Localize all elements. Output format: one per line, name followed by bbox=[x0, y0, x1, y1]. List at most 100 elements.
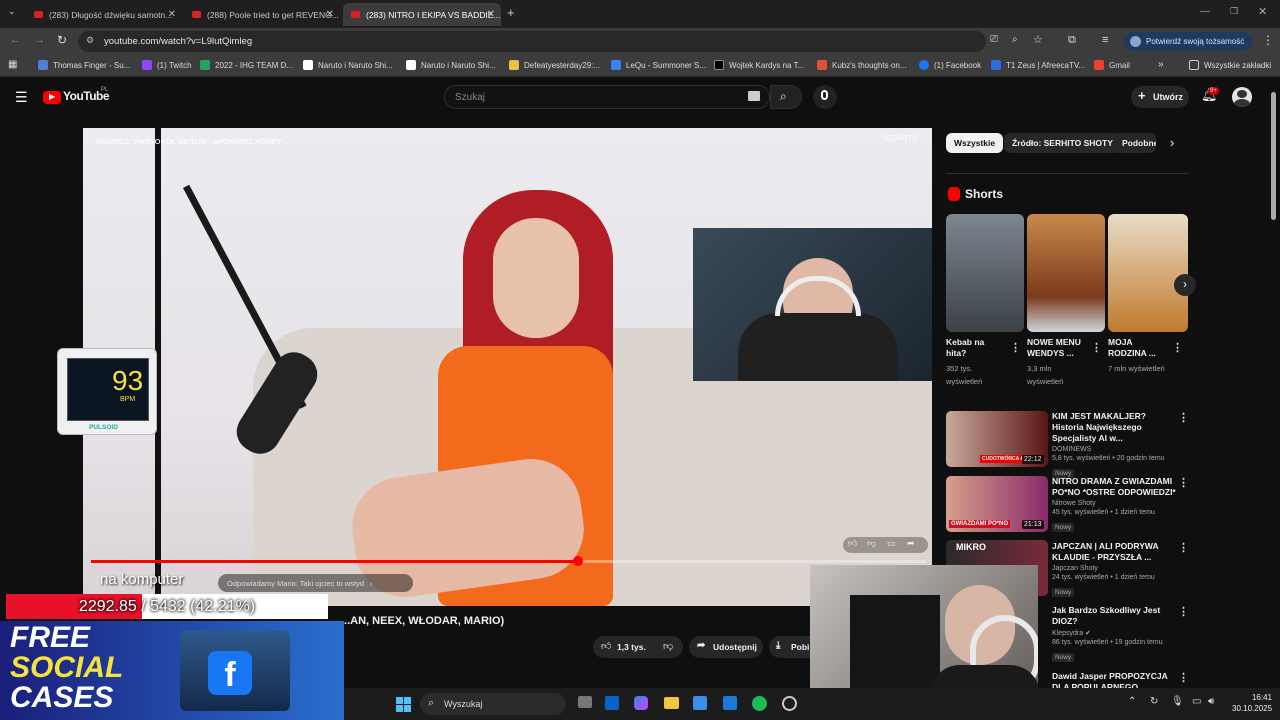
bookmark-item[interactable]: 2022 - IHG TEAM D... bbox=[200, 60, 293, 70]
bookmark-item[interactable]: (1) Facebook bbox=[919, 60, 981, 70]
new-tab-icon[interactable]: + bbox=[507, 5, 515, 20]
chip-similar[interactable]: Podobne bbox=[1114, 133, 1156, 153]
app-icon[interactable] bbox=[723, 696, 737, 710]
share-button[interactable]: ➦ Udostępnij bbox=[689, 636, 763, 658]
all-bookmarks-folder[interactable]: Wszystkie zakładki bbox=[1189, 60, 1271, 70]
more-options-icon[interactable]: ⋮ bbox=[1091, 341, 1102, 354]
bookmark-item[interactable]: Wojtek Kardys na T... bbox=[714, 60, 804, 70]
close-tab-icon[interactable]: ✕ bbox=[168, 9, 176, 20]
short-item[interactable]: Kebab na hita? 352 tys. wyświetleń bbox=[946, 337, 1006, 388]
display-icon[interactable]: ▭ bbox=[1192, 696, 1201, 707]
browser-tab[interactable]: (283) Długość dźwięku samotn... ✕ bbox=[26, 3, 182, 26]
bookmark-item[interactable]: Thomas Finger - Su... bbox=[38, 60, 130, 70]
outlook-icon[interactable] bbox=[605, 696, 619, 710]
back-icon[interactable]: ← bbox=[10, 34, 21, 46]
media-icon[interactable]: ≡ bbox=[1102, 34, 1108, 46]
comment-icon[interactable]: ▭ bbox=[887, 538, 896, 549]
minimize-icon[interactable]: — bbox=[1200, 6, 1210, 17]
chip-all[interactable]: Wszystkie bbox=[946, 133, 1004, 153]
browser-tab[interactable]: (288) Poole tried to get REVENG... ✕ bbox=[184, 3, 340, 26]
like-icon[interactable]: 👍︎ bbox=[848, 538, 857, 549]
short-thumbnail[interactable] bbox=[1027, 214, 1105, 332]
hamburger-menu-icon[interactable]: ☰ bbox=[15, 89, 28, 106]
bookmark-item[interactable]: T1 Zeus | AfreecaTV... bbox=[991, 60, 1085, 70]
dislike-icon[interactable]: 👎︎ bbox=[663, 640, 673, 652]
bookmark-item[interactable]: (1) Twitch bbox=[142, 60, 192, 70]
bookmark-star-icon[interactable]: ☆ bbox=[1033, 33, 1043, 46]
tray-chevron-icon[interactable]: ⌃ bbox=[1128, 696, 1136, 707]
short-item[interactable]: NOWE MENU WENDYS ... 3,3 mln wyświetleń bbox=[1027, 337, 1089, 388]
video-player[interactable]: BADDIEZ: PROTOKÓŁ BERLIN - SPOWIEDŹ HONE… bbox=[83, 128, 932, 606]
chips-next-icon[interactable]: › bbox=[1170, 135, 1174, 150]
apps-grid-icon[interactable]: ▦ bbox=[8, 59, 17, 70]
volume-icon[interactable]: 🔊︎ bbox=[1208, 696, 1214, 707]
bookmark-item[interactable]: Naruto i Naruto Shi... bbox=[406, 60, 496, 70]
more-options-icon[interactable]: ⋮ bbox=[1178, 605, 1189, 618]
site-info-icon[interactable]: ⚙ bbox=[86, 35, 94, 46]
bookmark-item[interactable]: LeQu - Summoner S... bbox=[611, 60, 706, 70]
close-tab-icon[interactable]: ✕ bbox=[487, 9, 495, 20]
chrome-icon[interactable] bbox=[782, 696, 797, 711]
share-icon[interactable]: ➦ bbox=[907, 538, 915, 549]
menu-kebab-icon[interactable]: ⋮ bbox=[1262, 33, 1274, 47]
shorts-next-button[interactable]: › bbox=[1174, 274, 1196, 296]
like-icon[interactable]: 👍︎ bbox=[601, 640, 611, 652]
like-count[interactable]: 1,3 tys. bbox=[617, 642, 646, 652]
browser-tab-active[interactable]: (283) NITRO I EKIPA VS BADDIE... ✕ bbox=[343, 3, 501, 26]
windows-start-icon[interactable] bbox=[396, 697, 411, 712]
more-options-icon[interactable]: ⋮ bbox=[1178, 476, 1189, 489]
recommended-item[interactable]: KIM JEST MAKALJER? Historia Największego… bbox=[1052, 411, 1176, 480]
recommended-item[interactable]: Dawid Jasper PROPOZYCJA DLA POPULARNEGO.… bbox=[1052, 671, 1176, 688]
spotify-icon[interactable] bbox=[752, 696, 767, 711]
chapter-button[interactable]: Odpowiadamy Mario: Taki ojciec to wstyd … bbox=[218, 574, 413, 592]
tab-search-icon[interactable]: ⌄ bbox=[8, 6, 16, 17]
bookmark-item[interactable]: Kubz's thoughts on... bbox=[817, 60, 906, 70]
search-button[interactable]: ⌕ bbox=[770, 85, 802, 109]
extensions-icon[interactable]: ⧉ bbox=[1068, 34, 1076, 47]
more-options-icon[interactable]: ⋮ bbox=[1178, 411, 1189, 424]
window-close-icon[interactable]: ✕ bbox=[1258, 5, 1267, 18]
recommended-item[interactable]: NITRO DRAMA Z GWIAZDAMI PO*NO *OSTRE ODP… bbox=[1052, 476, 1176, 534]
more-options-icon[interactable]: ⋮ bbox=[1178, 541, 1189, 554]
forward-icon[interactable]: → bbox=[34, 34, 45, 46]
file-explorer-icon[interactable] bbox=[664, 697, 679, 709]
video-thumbnail[interactable]: GWIAZDAMI PO*NO 21:13 bbox=[946, 476, 1048, 532]
sync-icon[interactable]: ↻ bbox=[1150, 696, 1158, 707]
reload-icon[interactable]: ↻ bbox=[57, 33, 67, 47]
zoom-icon[interactable]: ⌕ bbox=[1012, 34, 1018, 45]
recommended-item[interactable]: JAPCZAN | ALI PODRYWA KLAUDIE - PRZYSZŁA… bbox=[1052, 541, 1176, 599]
reaction-buttons[interactable]: 👍︎ 👎︎ ▭ ➦ bbox=[843, 537, 928, 553]
download-button[interactable]: ⤓ Pobi bbox=[769, 636, 810, 658]
mic-tray-icon[interactable]: 🎙︎ bbox=[1171, 696, 1184, 707]
clock[interactable]: 16:41 30.10.2025 bbox=[1232, 692, 1272, 714]
keyboard-icon[interactable] bbox=[748, 91, 760, 101]
video-thumbnail[interactable]: CUDOTWÓRCA AI 22:12 bbox=[946, 411, 1048, 467]
video-progress-track[interactable] bbox=[91, 556, 926, 566]
bookmark-item[interactable]: Defeatyesterday29:... bbox=[509, 60, 600, 70]
bookmark-item[interactable]: Naruto i Naruto Shi... bbox=[303, 60, 393, 70]
taskbar-search[interactable]: ⌕ Wyszukaj bbox=[420, 693, 566, 715]
more-options-icon[interactable]: ⋮ bbox=[1172, 341, 1183, 354]
store-icon[interactable] bbox=[693, 696, 707, 710]
short-thumbnail[interactable] bbox=[1108, 214, 1188, 332]
maximize-icon[interactable]: ❐ bbox=[1230, 6, 1238, 17]
close-tab-icon[interactable]: ✕ bbox=[326, 9, 334, 20]
short-thumbnail[interactable] bbox=[946, 214, 1024, 332]
recommended-item[interactable]: Jak Bardzo Szkodliwy Jest DIOZ? Klepsydr… bbox=[1052, 605, 1176, 664]
copilot-icon[interactable] bbox=[634, 696, 648, 710]
voice-search-button[interactable] bbox=[813, 85, 837, 109]
more-options-icon[interactable]: ⋮ bbox=[1010, 341, 1021, 354]
page-scrollbar[interactable] bbox=[1271, 92, 1276, 220]
task-view-icon[interactable] bbox=[578, 696, 592, 708]
search-input[interactable]: Szukaj bbox=[444, 85, 770, 109]
address-bar[interactable]: ⚙ youtube.com/watch?v=L9lutQimleg ⎚ ⌕ ☆ bbox=[78, 31, 1043, 52]
bookmark-item[interactable]: Gmail bbox=[1094, 60, 1130, 70]
create-button[interactable]: + Utwórz bbox=[1131, 86, 1189, 108]
short-item[interactable]: MOJA RODZINA ... 7 mln wyświetleń bbox=[1108, 337, 1170, 375]
profile-identity-chip[interactable]: Potwierdź swoją tożsamość bbox=[1124, 32, 1252, 51]
more-bookmarks-icon[interactable]: » bbox=[1158, 59, 1164, 70]
youtube-logo-icon[interactable]: ▶ bbox=[43, 91, 61, 104]
chip-source[interactable]: Źródło: SERHITO SHOTY bbox=[1004, 133, 1121, 153]
more-options-icon[interactable]: ⋮ bbox=[1178, 671, 1189, 684]
scrubber-handle[interactable] bbox=[573, 556, 583, 566]
